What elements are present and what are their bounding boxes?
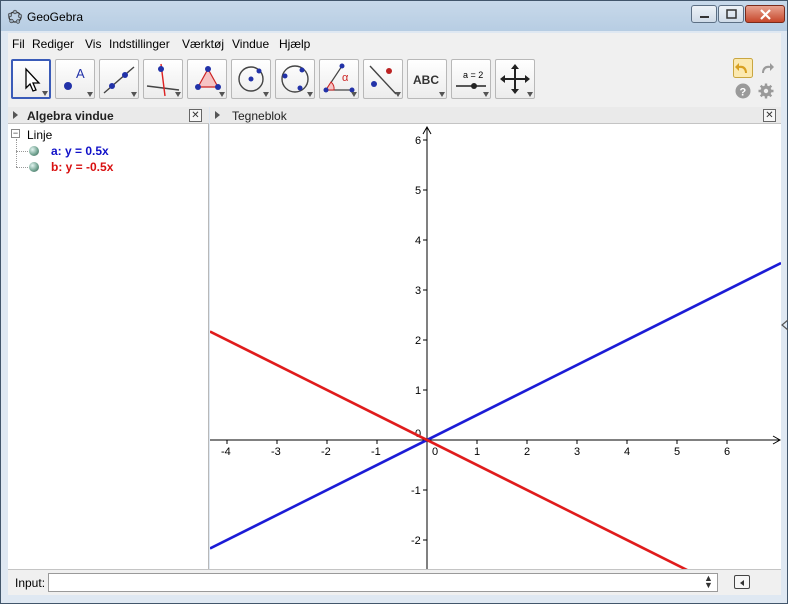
object-visibility-toggle[interactable] xyxy=(29,162,39,172)
perpendicular-line-tool-button[interactable] xyxy=(143,59,183,99)
redo-icon[interactable] xyxy=(756,58,776,78)
x-tick-label: 3 xyxy=(574,446,580,458)
input-history-arrows-icon[interactable]: ▲ ▼ xyxy=(704,574,713,590)
algebra-view: Algebra vindue ✕ − Linje a: y = 0.5x b: … xyxy=(8,107,209,569)
close-button[interactable] xyxy=(745,5,785,23)
side-panel-toggle-icon[interactable] xyxy=(781,319,788,331)
menu-bar: Fil Rediger Vis Indstillinger Værktøj Vi… xyxy=(8,33,781,55)
collapse-triangle-icon[interactable] xyxy=(13,111,18,119)
graphics-view[interactable]: Tegneblok ✕ -4 -3 -2 -1 1 2 3 4 5 6 -2 -1 1 2 3 4 5 6 0 0 xyxy=(210,107,781,569)
menu-help[interactable]: Hjælp xyxy=(279,37,310,51)
toolbar: A α ABC a = 2 ? xyxy=(8,55,781,107)
menu-settings[interactable]: Indstillinger xyxy=(109,37,170,51)
circle-tool-button[interactable] xyxy=(231,59,271,99)
minimize-icon xyxy=(700,16,709,18)
x-tick-label: 2 xyxy=(524,446,530,458)
maximize-button[interactable] xyxy=(718,5,744,23)
algebra-group-label: Linje xyxy=(27,128,53,142)
reflect-tool-button[interactable] xyxy=(363,59,403,99)
svg-text:A: A xyxy=(76,66,85,81)
collapse-triangle-icon[interactable] xyxy=(215,111,220,119)
menu-tools[interactable]: Værktøj xyxy=(182,37,224,51)
line-tool-button[interactable] xyxy=(99,59,139,99)
x-tick-label: 5 xyxy=(674,446,680,458)
title-bar: GeoGebra xyxy=(1,1,787,31)
x-tick-label: 1 xyxy=(474,446,480,458)
y-tick-label: 2 xyxy=(415,335,421,347)
origin-label-x: 0 xyxy=(432,446,438,458)
move-graphics-tool-button[interactable] xyxy=(495,59,535,99)
object-visibility-toggle[interactable] xyxy=(29,146,39,156)
svg-text:α: α xyxy=(342,72,349,84)
menu-window[interactable]: Vindue xyxy=(232,37,269,51)
minimize-button[interactable] xyxy=(691,5,717,23)
algebra-view-header: Algebra vindue ✕ xyxy=(8,107,209,124)
slider-tool-button[interactable]: a = 2 xyxy=(451,59,491,99)
svg-text:ABC: ABC xyxy=(413,73,439,87)
y-tick-label: 1 xyxy=(415,385,421,397)
close-view-icon[interactable]: ✕ xyxy=(189,109,202,122)
svg-text:a = 2: a = 2 xyxy=(463,70,483,80)
x-tick-label: -4 xyxy=(221,446,231,458)
undo-icon[interactable] xyxy=(733,58,753,78)
line-a xyxy=(210,261,781,550)
y-tick-label: -2 xyxy=(411,535,421,547)
algebra-item-b[interactable]: b: y = -0.5x xyxy=(51,160,113,174)
gear-icon[interactable] xyxy=(758,83,774,99)
geogebra-window: GeoGebra Fil Rediger Vis Indstillinger V… xyxy=(0,0,788,604)
y-tick-label: 3 xyxy=(415,285,421,297)
point-tool-button[interactable]: A xyxy=(55,59,95,99)
text-tool-button[interactable]: ABC xyxy=(407,59,447,99)
menu-edit[interactable]: Rediger xyxy=(32,37,74,51)
y-tick-label: 4 xyxy=(415,235,421,247)
window-title: GeoGebra xyxy=(27,10,84,24)
y-tick-label: 5 xyxy=(415,185,421,197)
input-field[interactable] xyxy=(48,573,718,592)
conic-tool-button[interactable] xyxy=(275,59,315,99)
virtual-keyboard-icon[interactable] xyxy=(734,575,750,589)
coordinate-plane[interactable]: -4 -3 -2 -1 1 2 3 4 5 6-2-112345600 xyxy=(210,125,781,569)
algebra-view-title: Algebra vindue xyxy=(27,109,114,123)
y-tick-label: -1 xyxy=(411,485,421,497)
x-tick-label: -2 xyxy=(321,446,331,458)
svg-text:?: ? xyxy=(740,87,747,99)
close-icon xyxy=(760,9,771,20)
help-icon[interactable]: ? xyxy=(735,83,751,99)
x-tick-label: 4 xyxy=(624,446,630,458)
menu-file[interactable]: Fil xyxy=(12,37,25,51)
graphics-view-title: Tegneblok xyxy=(232,109,287,123)
input-bar: Input: ▲ ▼ xyxy=(8,569,781,595)
x-tick-label: -1 xyxy=(371,446,381,458)
input-label: Input: xyxy=(15,576,46,590)
close-view-icon[interactable]: ✕ xyxy=(763,109,776,122)
x-tick-label: 6 xyxy=(724,446,730,458)
line-b xyxy=(210,330,688,569)
move-tool-button[interactable] xyxy=(11,59,51,99)
algebra-item-a[interactable]: a: y = 0.5x xyxy=(51,144,109,158)
maximize-icon xyxy=(726,9,737,19)
menu-view[interactable]: Vis xyxy=(85,37,101,51)
graphics-view-header: Tegneblok ✕ xyxy=(210,107,781,124)
y-tick-label: 6 xyxy=(415,135,421,147)
geogebra-logo-icon xyxy=(7,9,23,24)
tree-collapse-icon[interactable]: − xyxy=(11,129,20,138)
polygon-tool-button[interactable] xyxy=(187,59,227,99)
x-tick-label: -3 xyxy=(271,446,281,458)
angle-tool-button[interactable]: α xyxy=(319,59,359,99)
